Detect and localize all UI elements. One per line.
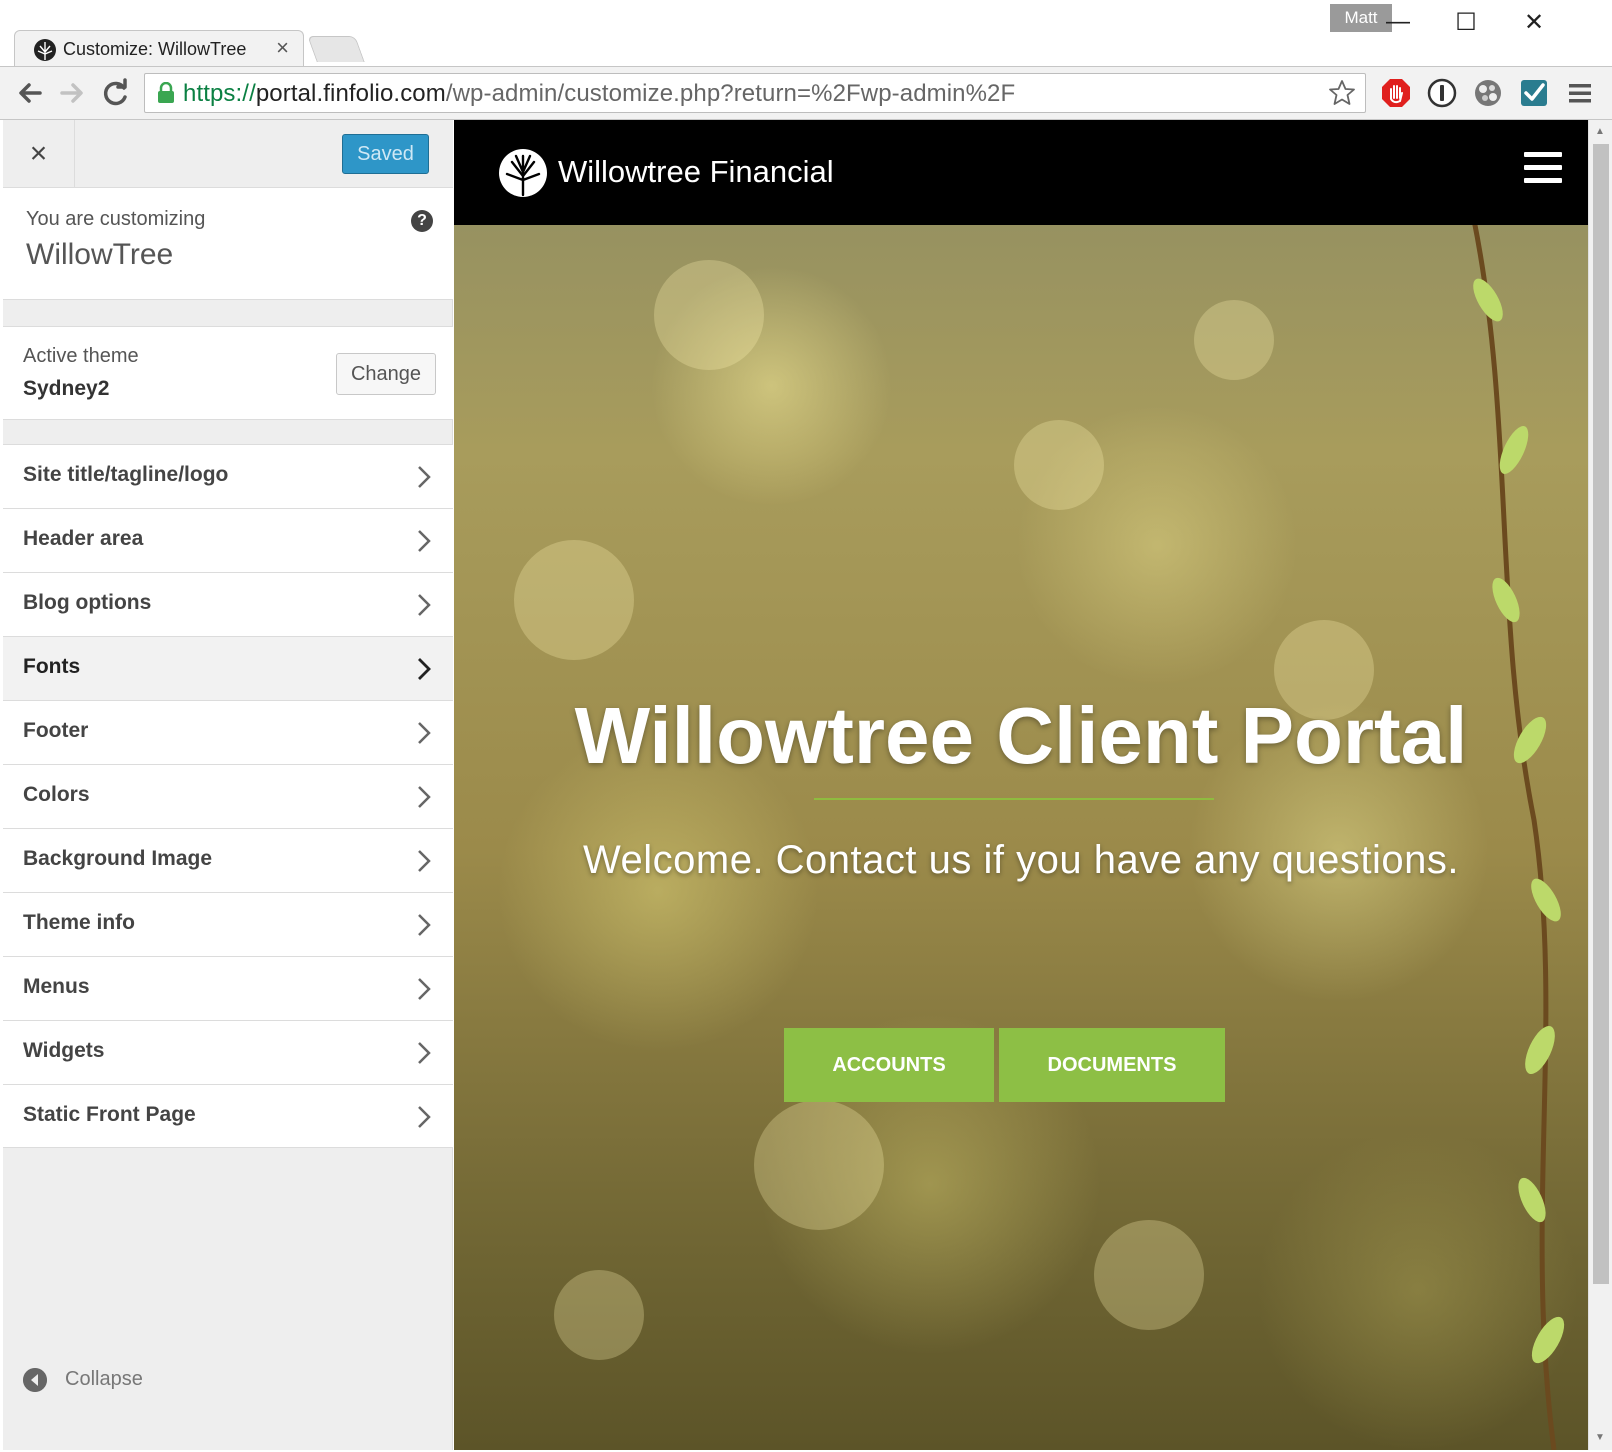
preview-scrollbar[interactable]: ▲ ▼ [1588,120,1612,1450]
bokeh-decoration [554,1270,644,1360]
menu-item-blog-options[interactable]: Blog options [3,572,453,636]
reload-icon[interactable] [98,75,134,111]
willow-branch-decoration [1471,220,1565,1450]
willowtree-favicon-icon [34,39,56,61]
help-icon[interactable]: ? [411,210,433,232]
menu-item-background-image[interactable]: Background Image [3,828,453,892]
site-header: Willowtree Financial [454,120,1588,225]
bokeh-decoration [654,260,764,370]
browser-toolbar: https://portal.finfolio.com/wp-admin/cus… [0,66,1612,120]
tab-close-icon[interactable]: × [276,35,289,61]
menu-item-label: Site title/tagline/logo [23,463,229,486]
menu-item-label: Footer [23,719,89,742]
site-name[interactable]: Willowtree Financial [558,154,834,190]
url-path: /wp-admin/customize.php?return=%2Fwp-adm… [445,80,1016,107]
menu-item-site-title[interactable]: Site title/tagline/logo [3,444,453,508]
menu-item-theme-info[interactable]: Theme info [3,892,453,956]
customizing-site-title: WillowTree [26,238,174,271]
hero-divider [814,798,1214,800]
chevron-right-icon [418,594,431,616]
url-scheme: https:// [183,80,256,107]
menu-item-label: Menus [23,975,90,998]
change-theme-button[interactable]: Change [336,353,436,395]
onepassword-icon[interactable] [1426,77,1458,109]
site-preview: Willowtree Financial Willowtree Client P… [454,120,1588,1450]
new-tab-button[interactable] [307,36,365,62]
chrome-menu-icon[interactable] [1564,77,1596,109]
minimize-icon[interactable]: — [1378,8,1418,38]
url-text: https://portal.finfolio.com/wp-admin/cus… [183,80,1015,108]
customizing-label: You are customizing [26,208,206,230]
chevron-right-icon [418,914,431,936]
bokeh-decoration [514,540,634,660]
bokeh-decoration [1014,420,1104,510]
chevron-right-icon [418,530,431,552]
back-arrow-icon[interactable] [12,75,48,111]
chevron-right-icon [418,466,431,488]
menu-item-footer[interactable]: Footer [3,700,453,764]
address-bar[interactable]: https://portal.finfolio.com/wp-admin/cus… [144,73,1366,113]
window-close-icon[interactable]: ✕ [1514,8,1554,38]
menu-item-label: Blog options [23,591,152,614]
browser-titlebar: Customize: WillowTree × Matt — ☐ ✕ [0,0,1612,66]
menu-item-header-area[interactable]: Header area [3,508,453,572]
collapse-arrow-icon [23,1368,47,1392]
chevron-right-icon [418,658,431,680]
url-host: portal.finfolio.com [255,80,446,107]
customizer-sidebar: × Saved You are customizing WillowTree ?… [3,120,453,1450]
forward-arrow-icon[interactable] [54,75,90,111]
menu-item-label: Theme info [23,911,136,934]
lock-icon [158,82,174,103]
chevron-right-icon [418,1106,431,1128]
hero-subtitle: Welcome. Contact us if you have any ques… [582,838,1460,882]
menu-item-label: Colors [23,783,90,806]
chevron-right-icon [418,850,431,872]
customizer-header: × Saved [3,120,453,188]
active-theme-name: Sydney2 [23,377,110,400]
accounts-button[interactable]: ACCOUNTS [784,1028,994,1102]
menu-item-label: Static Front Page [23,1103,196,1126]
menu-item-label: Widgets [23,1039,105,1062]
chevron-right-icon [418,722,431,744]
chevron-right-icon [418,786,431,808]
saved-button[interactable]: Saved [342,134,429,174]
menu-item-label: Header area [23,527,144,550]
menu-item-menus[interactable]: Menus [3,956,453,1020]
menu-item-static-front-page[interactable]: Static Front Page [3,1084,453,1148]
scroll-down-icon[interactable]: ▼ [1595,1432,1605,1443]
browser-tab[interactable]: Customize: WillowTree × [14,30,304,66]
menu-item-colors[interactable]: Colors [3,764,453,828]
hamburger-menu-icon[interactable] [1524,152,1562,184]
willowtree-logo-icon[interactable] [498,148,548,198]
maximize-icon[interactable]: ☐ [1446,8,1486,38]
tab-title: Customize: WillowTree [63,39,247,59]
bookmark-star-icon[interactable] [1327,78,1357,108]
customizer-menu: Site title/tagline/logo Header area Blog… [3,444,453,1148]
scroll-thumb[interactable] [1593,144,1609,1284]
bokeh-decoration [1094,1220,1204,1330]
menu-item-label: Fonts [23,655,81,678]
active-theme-panel: Active theme Sydney2 Change [3,326,453,420]
scroll-up-icon[interactable]: ▲ [1595,126,1605,137]
bokeh-decoration [754,1100,884,1230]
customizing-info: You are customizing WillowTree ? [3,188,453,300]
bokeh-decoration [1194,300,1274,380]
checkmark-extension-icon[interactable] [1518,77,1550,109]
collapse-label: Collapse [65,1368,143,1390]
adblock-icon[interactable] [1380,77,1412,109]
active-theme-label: Active theme [23,345,139,367]
chevron-right-icon [418,978,431,1000]
menu-item-label: Background Image [23,847,213,870]
hero-title: Willowtree Client Portal [574,691,1468,780]
extension-icon[interactable] [1472,77,1504,109]
menu-item-widgets[interactable]: Widgets [3,1020,453,1084]
documents-button[interactable]: DOCUMENTS [999,1028,1225,1102]
menu-item-fonts[interactable]: Fonts [3,636,453,700]
close-customizer-icon[interactable]: × [3,120,75,188]
chevron-right-icon [418,1042,431,1064]
